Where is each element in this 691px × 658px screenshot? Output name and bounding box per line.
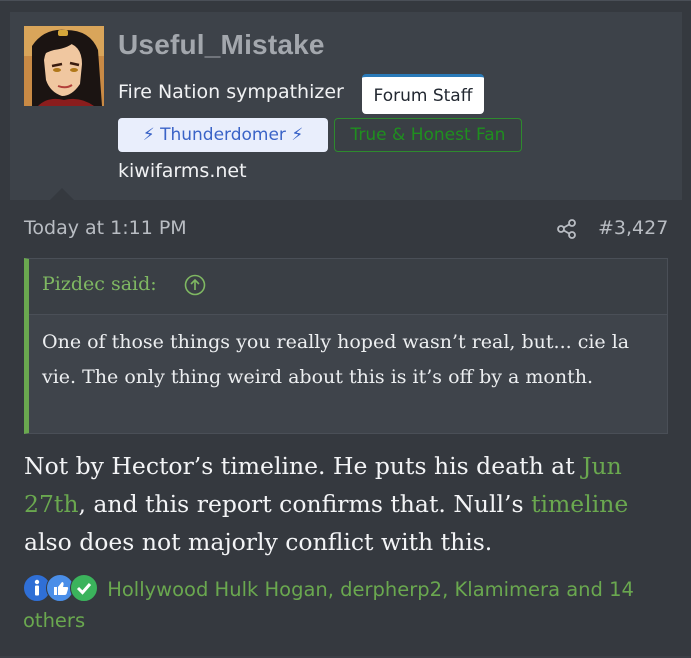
avatar[interactable] [24,26,104,106]
post-text: also does not majorly conflict with this… [24,528,493,556]
quote-text: One of those things you really hoped was… [42,331,630,388]
jump-to-quote-icon[interactable] [184,274,206,296]
share-icon[interactable] [556,218,578,240]
reactions-bar: Hollywood Hulk Hogan, derpherp2, Klamime… [23,574,673,636]
forum-post: Useful_Mistake Fire Nation sympathizer F… [0,0,691,658]
panel-pointer [50,188,74,200]
username[interactable]: Useful_Mistake [118,29,325,61]
user-site: kiwifarms.net [118,160,247,182]
true-honest-fan-banner: True & Honest Fan [334,118,522,152]
quote-author-link[interactable]: Pizdec said: [42,273,157,295]
user-panel: Useful_Mistake Fire Nation sympathizer F… [10,12,682,200]
timeline-link[interactable]: timeline [531,490,628,518]
staff-badge: Forum Staff [362,74,484,114]
reaction-icons[interactable] [23,574,101,602]
post-message: Not by Hector’s timeline. He puts his de… [24,447,664,561]
thunderdomer-banner: ⚡ Thunderdomer ⚡ [118,118,328,152]
reaction-users-link[interactable]: Hollywood Hulk Hogan, derpherp2, Klamime… [23,578,634,632]
post-timestamp[interactable]: Today at 1:11 PM [24,217,187,239]
agree-icon [70,574,98,602]
quote-block: Pizdec said: One of those things you rea… [24,258,668,434]
quote-header: Pizdec said: [29,259,667,315]
post-text: , and this report confirms that. Null’s [78,490,532,518]
post-number-link[interactable]: #3,427 [598,217,668,239]
post-text: Not by Hector’s timeline. He puts his de… [24,452,583,480]
user-title: Fire Nation sympathizer [118,81,344,103]
